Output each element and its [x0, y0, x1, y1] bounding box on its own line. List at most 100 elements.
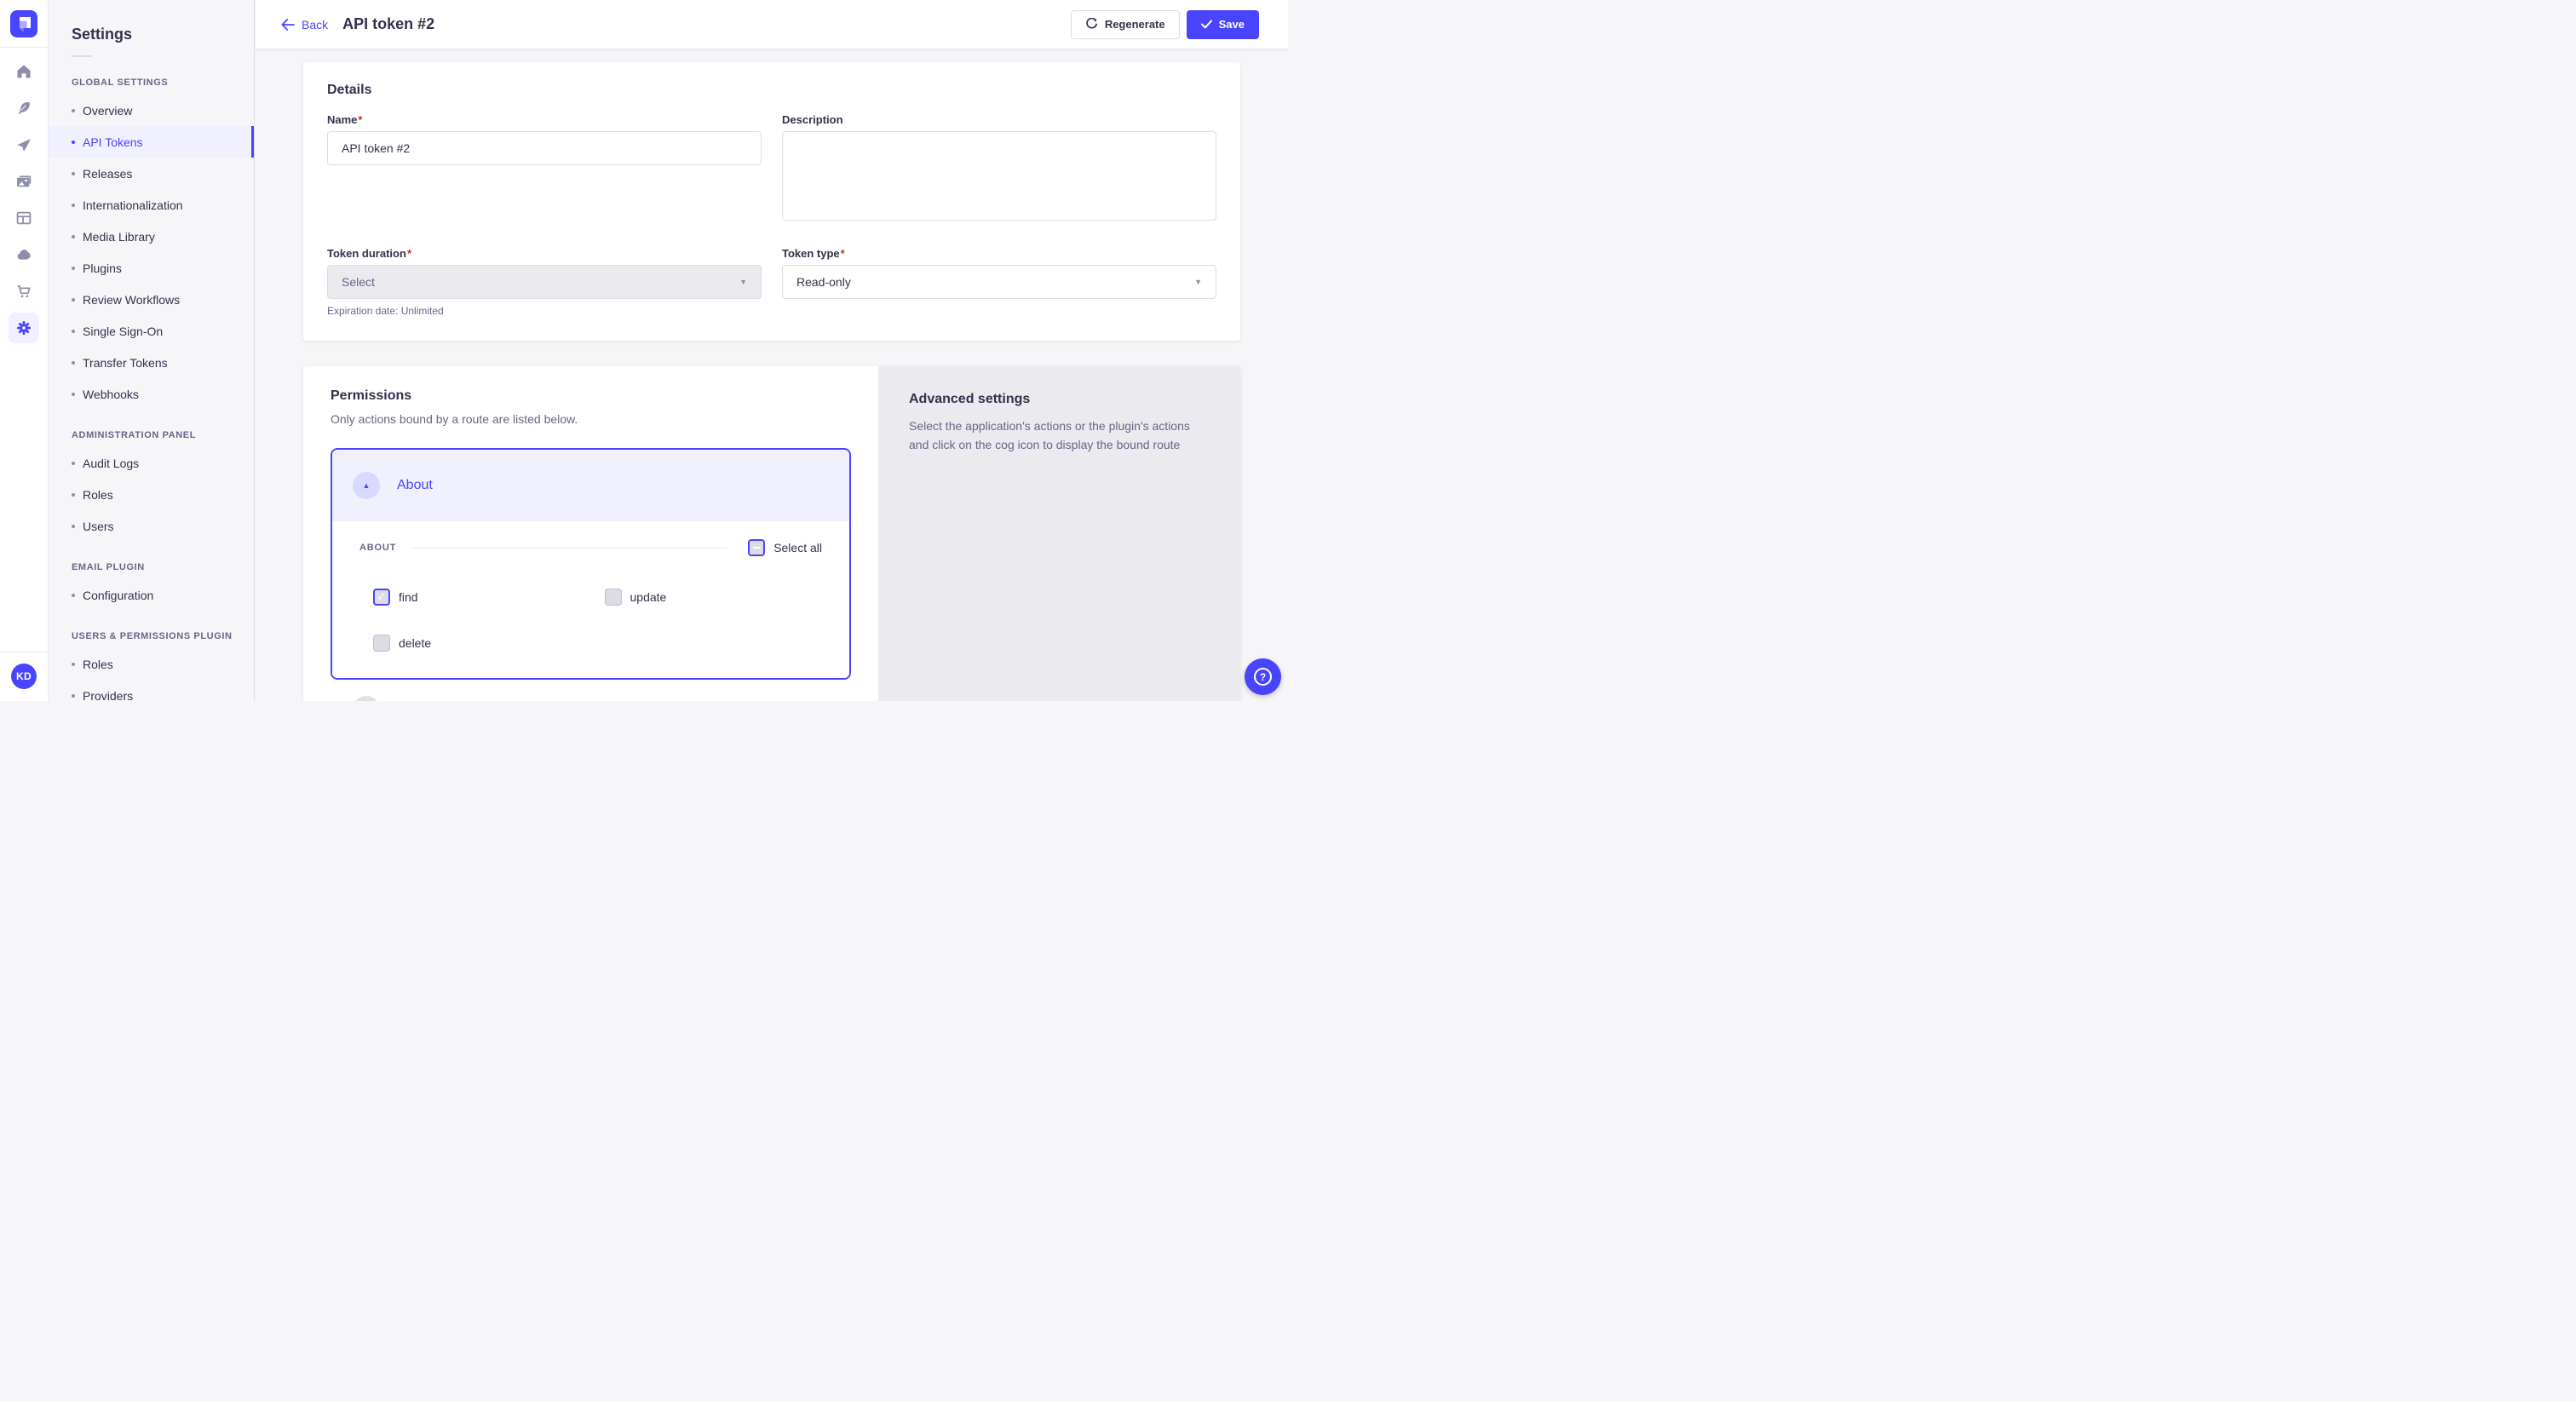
strapi-logo[interactable]	[10, 10, 37, 37]
token-duration-field-group: Token duration* Select ▼ Expiration date…	[327, 247, 762, 317]
about-section-label: ABOUT	[359, 543, 396, 553]
bullet-dot	[72, 594, 75, 597]
sidebar-item-overview[interactable]: Overview	[49, 95, 254, 126]
collapse-toggle-icon[interactable]: ▲	[353, 472, 380, 499]
user-avatar[interactable]: KD	[11, 664, 37, 689]
indeterminate-dash-icon	[753, 547, 761, 549]
bullet-dot	[72, 141, 75, 144]
main-area: Back API token #2 Regenerate Save	[256, 0, 1288, 701]
sidebar-item-up-roles[interactable]: Roles	[49, 648, 254, 680]
sidebar-item-internationalization[interactable]: Internationalization	[49, 189, 254, 221]
name-label: Name	[327, 113, 357, 126]
advanced-settings-panel: Advanced settings Select the application…	[878, 366, 1240, 701]
layout-icon[interactable]	[9, 203, 39, 233]
bullet-dot	[72, 525, 75, 528]
advanced-settings-title: Advanced settings	[909, 392, 1210, 407]
arrow-left-icon	[281, 19, 295, 31]
bullet-dot	[72, 393, 75, 396]
permissions-card: Permissions Only actions bound by a rout…	[303, 366, 878, 701]
sidebar-item-plugins[interactable]: Plugins	[49, 252, 254, 284]
sidebar-item-transfer-tokens[interactable]: Transfer Tokens	[49, 347, 254, 378]
sidebar-item-audit-logs[interactable]: Audit Logs	[49, 447, 254, 479]
bullet-dot	[72, 663, 75, 666]
media-icon[interactable]	[9, 166, 39, 197]
required-asterisk: *	[358, 113, 362, 126]
icon-rail: KD	[0, 0, 49, 701]
settings-gear-icon[interactable]	[9, 313, 39, 343]
bullet-dot	[72, 330, 75, 333]
token-type-field-group: Token type* Read-only ▼	[782, 247, 1216, 299]
description-textarea[interactable]	[782, 131, 1216, 221]
settings-sidebar: Settings GLOBAL SETTINGS Overview API To…	[49, 0, 255, 701]
paper-plane-icon[interactable]	[9, 129, 39, 160]
section-global-settings: GLOBAL SETTINGS	[49, 78, 254, 88]
sidebar-item-releases[interactable]: Releases	[49, 158, 254, 189]
chevron-down-icon: ▼	[739, 278, 747, 286]
token-duration-select[interactable]: Select ▼	[327, 265, 762, 299]
details-title: Details	[327, 83, 1216, 98]
question-mark-icon: ?	[1254, 668, 1272, 686]
sidebar-item-admin-users[interactable]: Users	[49, 510, 254, 542]
save-button[interactable]: Save	[1187, 10, 1259, 39]
section-email-plugin: EMAIL PLUGIN	[49, 562, 254, 572]
expand-toggle-icon[interactable]: ▼	[353, 696, 380, 701]
sidebar-item-admin-roles[interactable]: Roles	[49, 479, 254, 510]
home-icon[interactable]	[9, 56, 39, 87]
sidebar-title-divider	[72, 55, 92, 57]
sidebar-item-single-sign-on[interactable]: Single Sign-On	[49, 315, 254, 347]
select-all-control[interactable]: Select all	[748, 539, 822, 556]
sidebar-item-media-library[interactable]: Media Library	[49, 221, 254, 252]
permission-update[interactable]: update	[591, 574, 823, 620]
token-type-select[interactable]: Read-only ▼	[782, 265, 1216, 299]
strapi-admin-app: KD Settings GLOBAL SETTINGS Overview API…	[0, 0, 1288, 701]
name-input[interactable]	[327, 131, 762, 165]
bullet-dot	[72, 204, 75, 207]
bullet-dot	[72, 235, 75, 238]
description-field-group: Description	[782, 113, 1216, 225]
delete-checkbox[interactable]	[373, 635, 390, 652]
permission-delete[interactable]: delete	[359, 620, 591, 666]
accordion-about-header[interactable]: ▲ About	[332, 450, 849, 521]
accordion-article-header[interactable]: ▼ Article	[331, 680, 851, 701]
regenerate-button[interactable]: Regenerate	[1071, 10, 1180, 39]
rail-footer: KD	[0, 652, 49, 701]
update-checkbox[interactable]	[605, 589, 622, 606]
sidebar-item-email-configuration[interactable]: Configuration	[49, 579, 254, 611]
select-all-label: Select all	[773, 541, 822, 554]
permissions-title: Permissions	[331, 388, 851, 404]
sidebar-item-up-providers[interactable]: Providers	[49, 680, 254, 701]
chevron-down-icon: ▼	[1194, 278, 1202, 286]
bullet-dot	[72, 109, 75, 112]
accordion-about-body: ABOUT Select all ✓ find	[332, 521, 849, 678]
page-header: Back API token #2 Regenerate Save	[256, 0, 1288, 49]
details-card: Details Name* Description Token duration…	[303, 62, 1240, 341]
feather-icon[interactable]	[9, 93, 39, 124]
refresh-icon	[1085, 18, 1098, 31]
accordion-about: ▲ About ABOUT Select all	[331, 448, 851, 680]
sidebar-item-review-workflows[interactable]: Review Workflows	[49, 284, 254, 315]
permissions-subtitle: Only actions bound by a route are listed…	[331, 412, 851, 426]
help-button[interactable]: ?	[1245, 658, 1281, 695]
name-field-group: Name*	[327, 113, 762, 165]
content-scroll[interactable]: Details Name* Description Token duration…	[256, 49, 1288, 701]
bullet-dot	[72, 172, 75, 175]
cart-icon[interactable]	[9, 276, 39, 307]
select-all-checkbox[interactable]	[748, 539, 765, 556]
description-label: Description	[782, 113, 1216, 126]
required-asterisk: *	[407, 247, 411, 260]
cloud-icon[interactable]	[9, 239, 39, 270]
sidebar-item-webhooks[interactable]: Webhooks	[49, 378, 254, 410]
bullet-dot	[72, 493, 75, 497]
permission-find[interactable]: ✓ find	[359, 574, 591, 620]
find-checkbox[interactable]: ✓	[373, 589, 390, 606]
advanced-settings-description: Select the application's actions or the …	[909, 417, 1210, 454]
sidebar-item-api-tokens[interactable]: API Tokens	[49, 126, 254, 158]
back-link[interactable]: Back	[281, 18, 328, 32]
sidebar-title: Settings	[49, 0, 254, 43]
bullet-dot	[72, 361, 75, 365]
expiration-hint: Expiration date: Unlimited	[327, 305, 762, 317]
section-divider	[410, 548, 727, 549]
permissions-section: Permissions Only actions bound by a rout…	[303, 366, 1240, 701]
section-users-permissions-plugin: USERS & PERMISSIONS PLUGIN	[49, 631, 254, 641]
bullet-dot	[72, 267, 75, 270]
